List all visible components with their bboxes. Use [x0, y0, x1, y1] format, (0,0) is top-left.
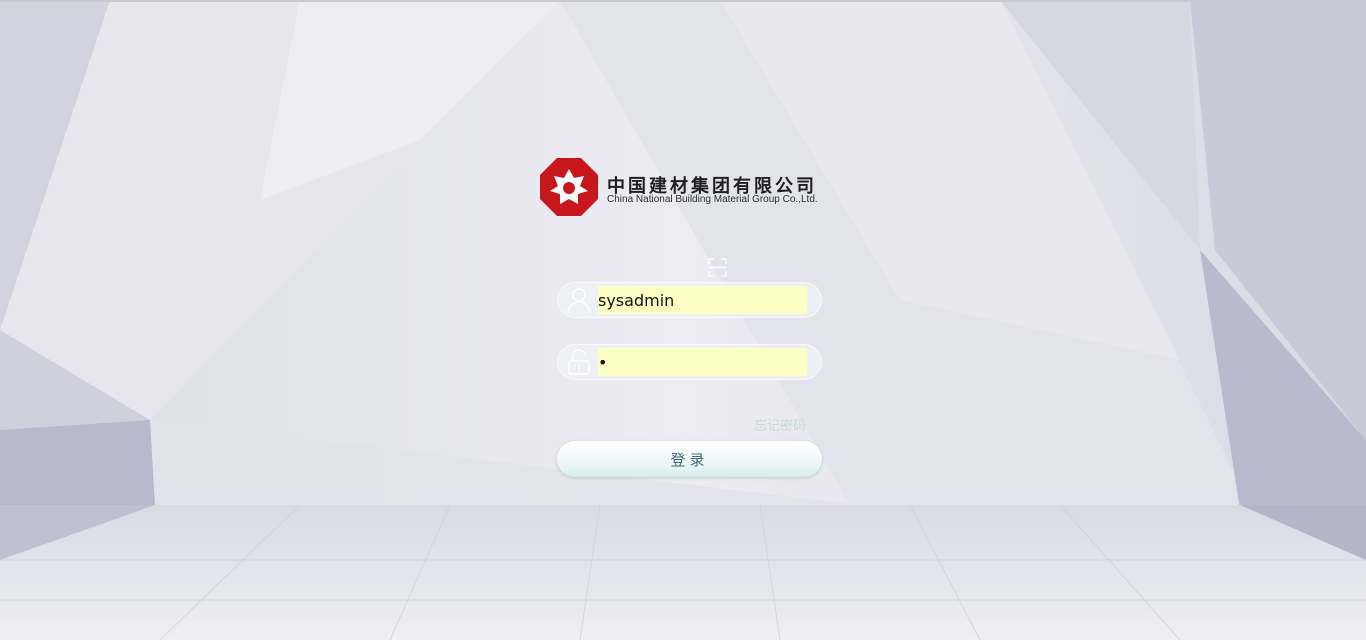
username-field [557, 282, 822, 318]
user-icon [567, 288, 591, 314]
brand-logo: 中国建材集团有限公司 China National Building Mater… [540, 158, 840, 218]
password-input[interactable] [598, 348, 807, 376]
login-button[interactable]: 登录 [557, 441, 822, 477]
username-input[interactable] [598, 286, 807, 314]
top-border [0, 0, 1366, 2]
cnbm-logo-mark [540, 158, 598, 216]
password-field [557, 344, 822, 380]
brand-name-en: China National Building Material Group C… [607, 194, 818, 205]
qr-scan-icon[interactable] [708, 258, 727, 277]
unlock-icon [568, 349, 590, 375]
forgot-password-link[interactable]: 忘记密码 [754, 415, 806, 434]
login-page: 中国建材集团有限公司 China National Building Mater… [0, 0, 1366, 640]
background-illustration [0, 0, 1366, 640]
